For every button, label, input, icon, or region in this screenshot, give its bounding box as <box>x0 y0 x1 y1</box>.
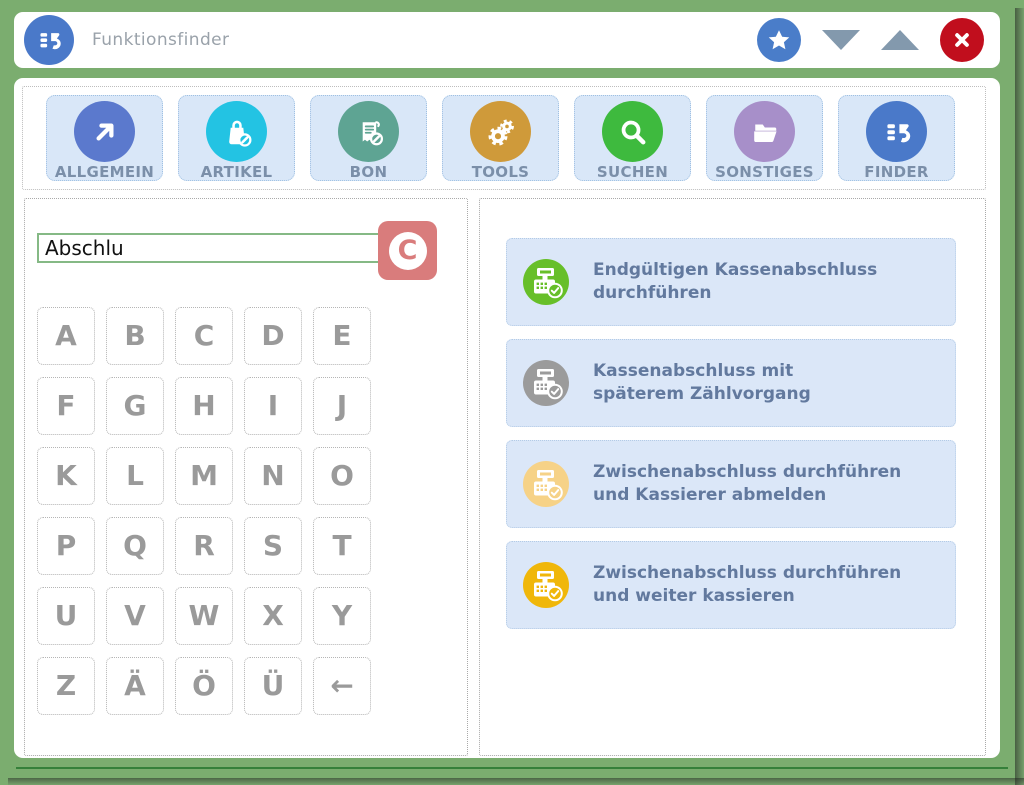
key-d[interactable]: D <box>244 307 302 365</box>
key-h[interactable]: H <box>175 377 233 435</box>
tab-artikel[interactable]: ARTIKEL <box>178 95 295 181</box>
key-j[interactable]: J <box>313 377 371 435</box>
main-panel: ALLGEMEIN ARTIKEL <box>14 78 1000 758</box>
close-x-icon <box>949 27 975 53</box>
result-line1: Zwischenabschluss durchführen <box>593 462 901 482</box>
cash-register-check-icon <box>523 360 569 406</box>
key-backspace[interactable]: ← <box>313 657 371 715</box>
result-line2: durchführen <box>593 283 711 303</box>
open-folder-icon <box>734 101 795 162</box>
finder-logo-icon <box>866 101 927 162</box>
result-label: Zwischenabschluss durchführen und weiter… <box>593 562 901 608</box>
key-r[interactable]: R <box>175 517 233 575</box>
clear-c-icon: C <box>389 232 427 270</box>
results-list: Endgültigen Kassenabschluss durchführen <box>506 238 956 629</box>
tab-label: ARTIKEL <box>201 163 273 181</box>
result-label: Kassenabschluss mit späterem Zählvorgang <box>593 360 811 406</box>
tab-tools[interactable]: TOOLS <box>442 95 559 181</box>
app-logo-icon <box>24 15 74 65</box>
result-zwischenabschluss-abmelden[interactable]: Zwischenabschluss durchführen und Kassie… <box>506 440 956 528</box>
tab-label: SUCHEN <box>597 163 668 181</box>
key-f[interactable]: F <box>37 377 95 435</box>
key-n[interactable]: N <box>244 447 302 505</box>
clear-button[interactable]: C <box>378 221 437 280</box>
key-e[interactable]: E <box>313 307 371 365</box>
arrow-up-right-icon <box>74 101 135 162</box>
shopping-bag-edit-icon <box>206 101 267 162</box>
tab-suchen[interactable]: SUCHEN <box>574 95 691 181</box>
search-input[interactable] <box>37 233 383 263</box>
key-i[interactable]: I <box>244 377 302 435</box>
tab-allgemein[interactable]: ALLGEMEIN <box>46 95 163 181</box>
result-line2: späterem Zählvorgang <box>593 384 811 404</box>
key-z[interactable]: Z <box>37 657 95 715</box>
key-ue[interactable]: Ü <box>244 657 302 715</box>
key-w[interactable]: W <box>175 587 233 645</box>
key-u[interactable]: U <box>37 587 95 645</box>
star-icon <box>765 26 793 54</box>
key-m[interactable]: M <box>175 447 233 505</box>
key-y[interactable]: Y <box>313 587 371 645</box>
titlebar-actions <box>757 18 984 62</box>
cash-register-check-icon <box>523 562 569 608</box>
tab-finder[interactable]: FINDER <box>838 95 955 181</box>
gears-icon <box>470 101 531 162</box>
key-q[interactable]: Q <box>106 517 164 575</box>
result-line2: und Kassierer abmelden <box>593 485 826 505</box>
key-x[interactable]: X <box>244 587 302 645</box>
favorites-button[interactable] <box>757 18 801 62</box>
result-line2: und weiter kassieren <box>593 586 795 606</box>
key-t[interactable]: T <box>313 517 371 575</box>
key-p[interactable]: P <box>37 517 95 575</box>
window-shadow <box>8 778 1024 785</box>
key-l[interactable]: L <box>106 447 164 505</box>
tab-label: FINDER <box>864 163 928 181</box>
tab-bon[interactable]: BON <box>310 95 427 181</box>
window-title: Funktionsfinder <box>92 30 757 50</box>
tab-bar: ALLGEMEIN ARTIKEL <box>22 86 986 190</box>
key-g[interactable]: G <box>106 377 164 435</box>
cash-register-check-icon <box>523 259 569 305</box>
search-panel: C ABCDEFGHIJKLMNOPQRSTUVWXYZÄÖÜ← <box>24 198 468 756</box>
titlebar: Funktionsfinder <box>14 12 1000 68</box>
key-k[interactable]: K <box>37 447 95 505</box>
key-o[interactable]: O <box>313 447 371 505</box>
key-s[interactable]: S <box>244 517 302 575</box>
key-oe[interactable]: Ö <box>175 657 233 715</box>
tab-label: SONSTIGES <box>715 163 814 181</box>
tab-sonstiges[interactable]: SONSTIGES <box>706 95 823 181</box>
result-line1: Endgültigen Kassenabschluss <box>593 260 877 280</box>
key-a[interactable]: A <box>37 307 95 365</box>
keyboard: ABCDE FGHIJ KLMNO PQRST UVWXY ZÄÖÜ← <box>37 307 371 715</box>
result-zwischenabschluss-weiter-kassieren[interactable]: Zwischenabschluss durchführen und weiter… <box>506 541 956 629</box>
result-label: Endgültigen Kassenabschluss durchführen <box>593 259 877 305</box>
key-b[interactable]: B <box>106 307 164 365</box>
tab-label: ALLGEMEIN <box>55 163 154 181</box>
result-label: Zwischenabschluss durchführen und Kassie… <box>593 461 901 507</box>
result-line1: Zwischenabschluss durchführen <box>593 563 901 583</box>
result-line1: Kassenabschluss mit <box>593 361 793 381</box>
key-v[interactable]: V <box>106 587 164 645</box>
tab-label: BON <box>350 163 388 181</box>
move-down-button[interactable] <box>822 30 860 50</box>
key-c[interactable]: C <box>175 307 233 365</box>
move-up-button[interactable] <box>881 30 919 50</box>
result-kassenabschluss-spaeter-zaehlen[interactable]: Kassenabschluss mit späterem Zählvorgang <box>506 339 956 427</box>
window-shadow <box>1015 8 1024 785</box>
cash-register-check-icon <box>523 461 569 507</box>
bottom-accent-line <box>16 767 1008 769</box>
tab-label: TOOLS <box>472 163 530 181</box>
receipt-edit-icon <box>338 101 399 162</box>
magnifier-icon <box>602 101 663 162</box>
key-ae[interactable]: Ä <box>106 657 164 715</box>
result-endgueltiger-kassenabschluss[interactable]: Endgültigen Kassenabschluss durchführen <box>506 238 956 326</box>
results-panel: Endgültigen Kassenabschluss durchführen <box>479 198 986 756</box>
close-button[interactable] <box>940 18 984 62</box>
